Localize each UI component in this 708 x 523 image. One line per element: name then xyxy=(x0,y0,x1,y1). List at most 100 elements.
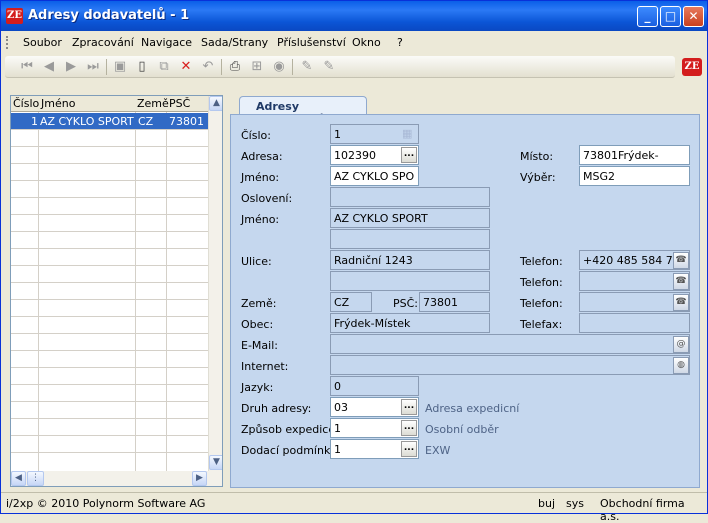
table-row[interactable] xyxy=(11,419,208,436)
table-row[interactable] xyxy=(11,130,208,147)
jazyk-field[interactable]: 0 xyxy=(330,376,419,396)
undo-icon[interactable]: ↶ xyxy=(200,59,216,75)
table-row[interactable] xyxy=(11,402,208,419)
cell-psc: 73801 xyxy=(169,115,204,128)
table-row[interactable] xyxy=(11,385,208,402)
zeme-label: Země: xyxy=(241,297,277,310)
table-row[interactable] xyxy=(11,164,208,181)
menu-okno[interactable]: Okno xyxy=(352,36,381,49)
status-system: sys xyxy=(566,497,584,510)
column-header-cislo[interactable]: Číslo xyxy=(13,97,39,110)
jmeno2-field[interactable]: AZ CYKLO SPORT xyxy=(330,208,490,228)
misto-input[interactable]: 73801Frýdek- xyxy=(579,145,690,165)
table-row[interactable] xyxy=(11,232,208,249)
zpusob-lookup-button[interactable]: ... xyxy=(401,420,417,436)
email-icon[interactable]: @ xyxy=(673,336,689,353)
podminka-label: Dodací podmínka: xyxy=(241,444,341,457)
phone-icon[interactable]: ☎ xyxy=(673,294,689,311)
scroll-thumb[interactable]: ⋮ xyxy=(27,471,44,486)
email-field[interactable] xyxy=(330,334,690,354)
table-row[interactable] xyxy=(11,147,208,164)
key-icon: ▦ xyxy=(402,127,413,140)
druh-lookup-button[interactable]: ... xyxy=(401,399,417,415)
menu-help[interactable]: ? xyxy=(397,36,403,49)
table-row[interactable] xyxy=(11,351,208,368)
menu-prislusenstvi[interactable]: Příslušenství xyxy=(277,36,346,49)
table-row[interactable] xyxy=(11,266,208,283)
vyber-input[interactable]: MSG2 xyxy=(579,166,690,186)
table-row[interactable] xyxy=(11,317,208,334)
druh-hint: Adresa expedicní xyxy=(425,402,520,415)
app-logo-icon: ZE xyxy=(6,8,23,24)
save-icon[interactable]: ▣ xyxy=(112,59,128,75)
table-row[interactable] xyxy=(11,181,208,198)
horizontal-scrollbar[interactable]: ◀ ⋮ ▶ xyxy=(11,471,222,486)
psc-field[interactable]: 73801 xyxy=(419,292,490,312)
cell-jmeno: AZ CYKLO SPORT xyxy=(40,115,134,128)
column-header-psc[interactable]: PSČ xyxy=(169,97,190,110)
prev-record-icon[interactable]: ◀ xyxy=(41,59,57,75)
title-bar[interactable]: ZE Adresy dodavatelů - 1 _ □ ✕ xyxy=(1,1,707,31)
menu-sada-strany[interactable]: Sada/Strany xyxy=(201,36,268,49)
column-header-jmeno[interactable]: Jméno xyxy=(41,97,75,110)
table-row[interactable] xyxy=(11,368,208,385)
table-row[interactable] xyxy=(11,215,208,232)
table-row[interactable] xyxy=(11,283,208,300)
cislo-label: Číslo: xyxy=(241,129,271,142)
table-row[interactable] xyxy=(11,198,208,215)
menu-zpracovani[interactable]: Zpracování xyxy=(72,36,134,49)
tree-icon[interactable]: ⊞ xyxy=(249,59,265,75)
table-row[interactable] xyxy=(11,334,208,351)
minimize-button[interactable]: _ xyxy=(637,6,658,27)
edit-icon[interactable]: ✎ xyxy=(299,59,315,75)
maximize-button[interactable]: □ xyxy=(660,6,681,27)
filter-icon[interactable]: ◉ xyxy=(271,59,287,75)
telefax-field[interactable] xyxy=(579,313,690,333)
zeme-field[interactable]: CZ xyxy=(330,292,372,312)
globe-icon[interactable]: ◍ xyxy=(673,357,689,374)
jmeno2-label: Jméno: xyxy=(241,213,280,226)
record-grid[interactable]: Číslo Jméno Země PSČ 1 AZ CYKLO SPORT CZ… xyxy=(10,95,223,487)
menu-navigace[interactable]: Navigace xyxy=(141,36,192,49)
ulice-label: Ulice: xyxy=(241,255,272,268)
toolbar: ⏮ ◀ ▶ ⏭ ▣ ▯ ⧉ ✕ ↶ ⎙ ⊞ ◉ ✎ ✎ xyxy=(5,56,675,78)
close-button[interactable]: ✕ xyxy=(683,6,704,27)
edit-all-icon[interactable]: ✎ xyxy=(321,59,337,75)
osloveni-field[interactable] xyxy=(330,187,490,207)
vertical-scrollbar[interactable]: ▲ ▼ xyxy=(208,96,222,471)
new-record-icon[interactable]: ▯ xyxy=(134,59,150,75)
last-record-icon[interactable]: ⏭ xyxy=(85,59,101,75)
internet-field[interactable] xyxy=(330,355,690,375)
table-row[interactable] xyxy=(11,249,208,266)
first-record-icon[interactable]: ⏮ xyxy=(19,59,35,75)
ulice-field[interactable]: Radniční 1243 xyxy=(330,250,490,270)
ulice2-field[interactable] xyxy=(330,271,490,291)
obec-field[interactable]: Frýdek-Místek xyxy=(330,313,490,333)
telefon1-label: Telefon: xyxy=(520,255,563,268)
scroll-left-icon[interactable]: ◀ xyxy=(11,471,26,486)
table-row[interactable] xyxy=(11,300,208,317)
copy-icon[interactable]: ⧉ xyxy=(156,59,172,75)
jmeno-label: Jméno: xyxy=(241,171,280,184)
scroll-up-icon[interactable]: ▲ xyxy=(209,96,222,111)
tab-adresy-dodavatelu[interactable]: Adresy dodavatelů xyxy=(239,96,367,126)
jmeno-input[interactable]: AZ CYKLO SPO xyxy=(330,166,419,186)
cell-cislo: 1 xyxy=(31,115,38,128)
print-icon[interactable]: ⎙ xyxy=(227,59,243,75)
next-record-icon[interactable]: ▶ xyxy=(63,59,79,75)
scroll-right-icon[interactable]: ▶ xyxy=(192,471,207,486)
table-row[interactable] xyxy=(11,436,208,453)
window-title: Adresy dodavatelů - 1 xyxy=(28,8,190,23)
toolbar-separator xyxy=(221,59,222,75)
osloveni-label: Oslovení: xyxy=(241,192,293,205)
delete-icon[interactable]: ✕ xyxy=(178,59,194,75)
adresa-lookup-button[interactable]: ... xyxy=(401,147,417,163)
phone-icon[interactable]: ☎ xyxy=(673,252,689,269)
menu-soubor[interactable]: Soubor xyxy=(23,36,62,49)
scroll-down-icon[interactable]: ▼ xyxy=(209,455,222,470)
column-header-zeme[interactable]: Země xyxy=(137,97,169,110)
table-row[interactable]: 1 AZ CYKLO SPORT CZ 73801 xyxy=(11,113,208,130)
podminka-lookup-button[interactable]: ... xyxy=(401,441,417,457)
phone-icon[interactable]: ☎ xyxy=(673,273,689,290)
jmeno3-field[interactable] xyxy=(330,229,490,249)
